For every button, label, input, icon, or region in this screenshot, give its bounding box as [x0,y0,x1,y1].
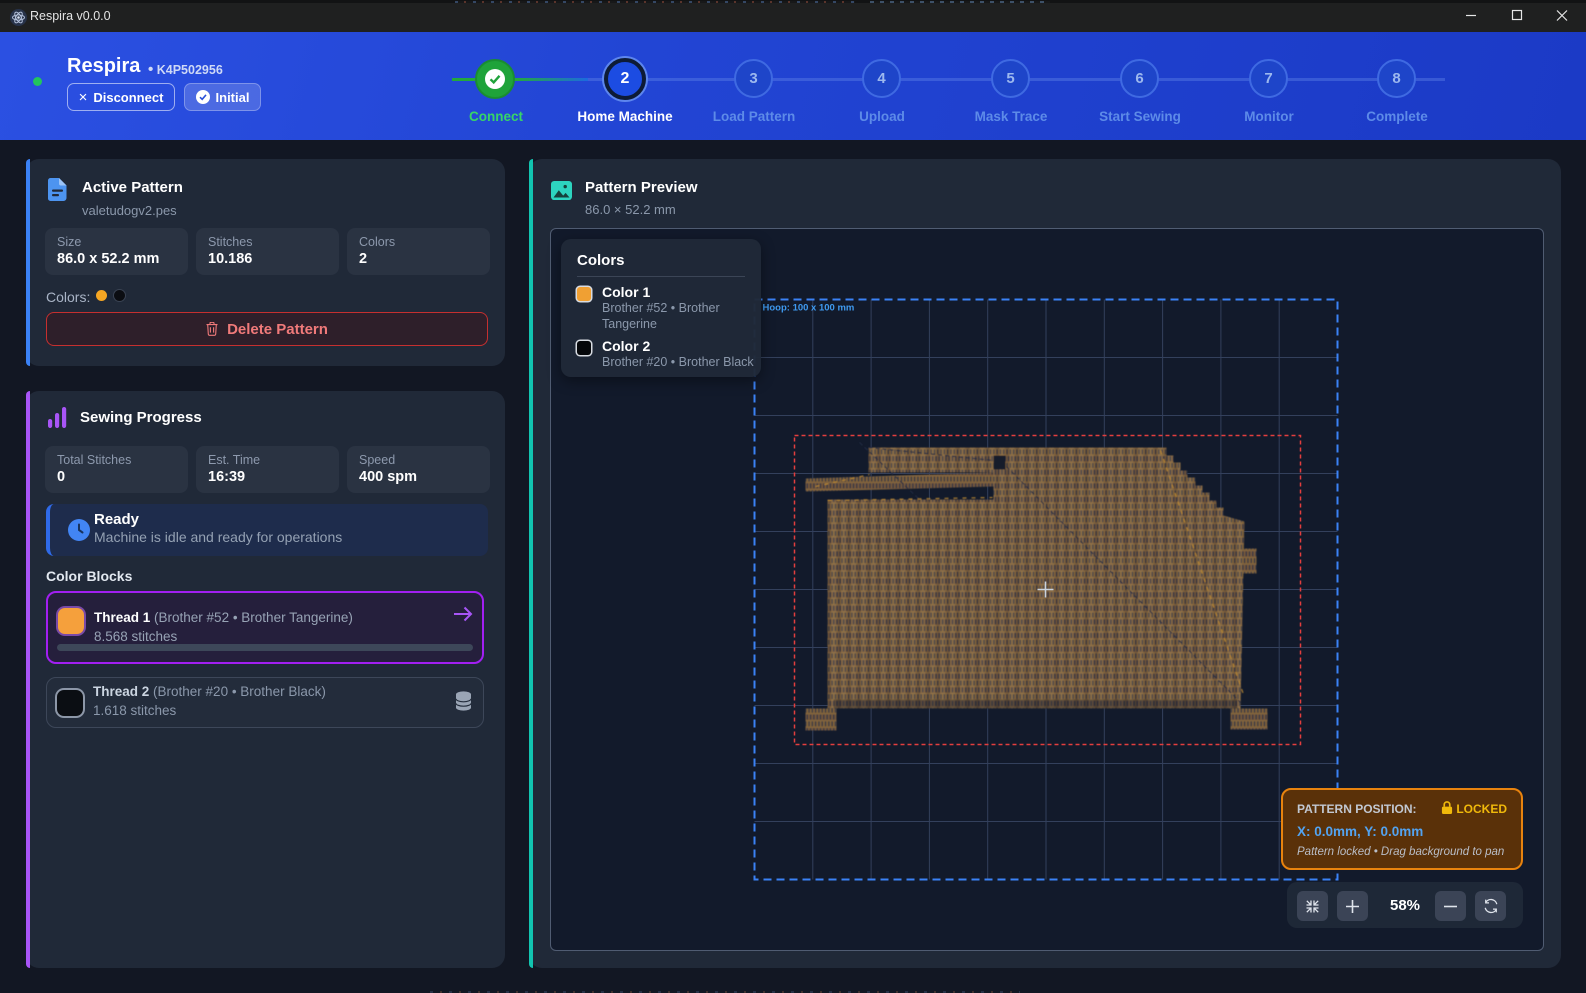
svg-text:Hoop: 100 x 100 mm: Hoop: 100 x 100 mm [763,303,855,314]
